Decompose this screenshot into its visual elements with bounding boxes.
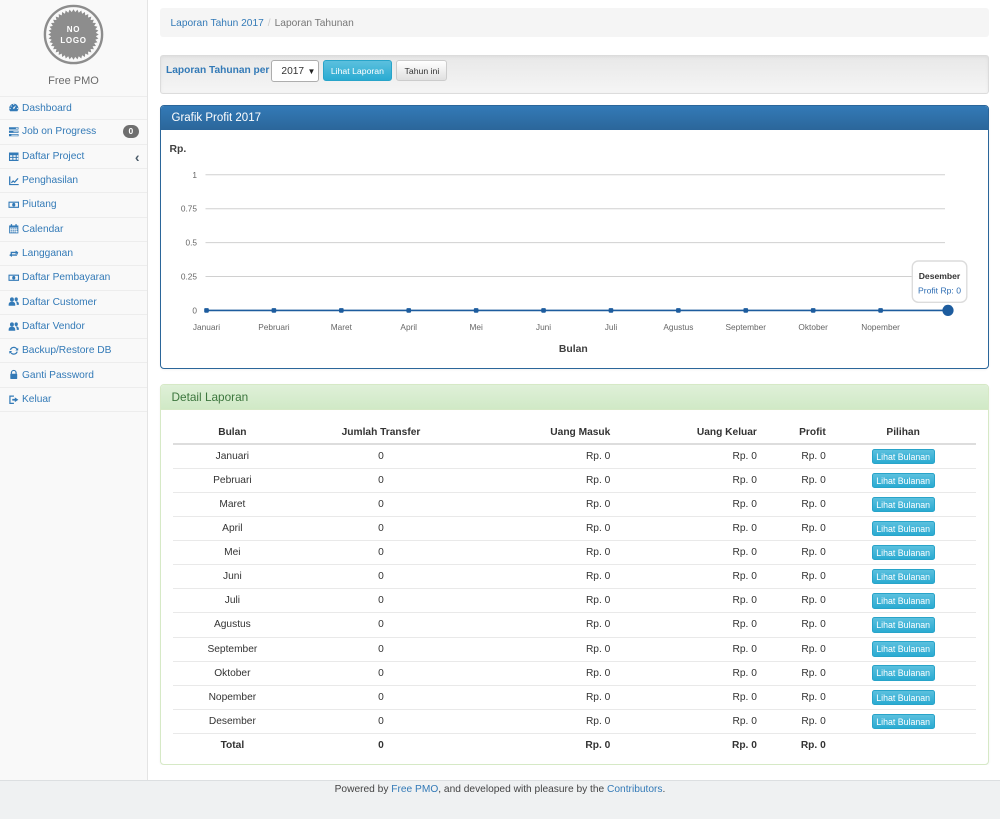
svg-text:Bulan: Bulan	[559, 344, 588, 355]
svg-text:April: April	[400, 322, 417, 332]
svg-text:Juli: Juli	[605, 322, 618, 332]
svg-text:Rp.: Rp.	[170, 144, 187, 155]
svg-text:0.25: 0.25	[181, 272, 198, 282]
svg-text:Oktober: Oktober	[798, 322, 828, 332]
svg-text:Pebruari: Pebruari	[258, 322, 290, 332]
svg-text:Juni: Juni	[536, 322, 551, 332]
svg-text:Mei: Mei	[469, 322, 483, 332]
svg-text:Nopember: Nopember	[861, 322, 900, 332]
svg-text:Januari: Januari	[193, 322, 220, 332]
svg-text:0.75: 0.75	[181, 204, 198, 214]
svg-text:Desember: Desember	[919, 271, 961, 281]
svg-text:LOGO: LOGO	[60, 36, 86, 45]
svg-text:Maret: Maret	[331, 322, 353, 332]
svg-text:September: September	[725, 322, 766, 332]
svg-text:Agustus: Agustus	[663, 322, 693, 332]
svg-text:1: 1	[192, 170, 197, 180]
svg-text:0.5: 0.5	[185, 238, 197, 248]
svg-text:Profit Rp: 0: Profit Rp: 0	[918, 286, 961, 296]
svg-text:NO: NO	[67, 25, 80, 34]
svg-text:0: 0	[192, 306, 197, 316]
